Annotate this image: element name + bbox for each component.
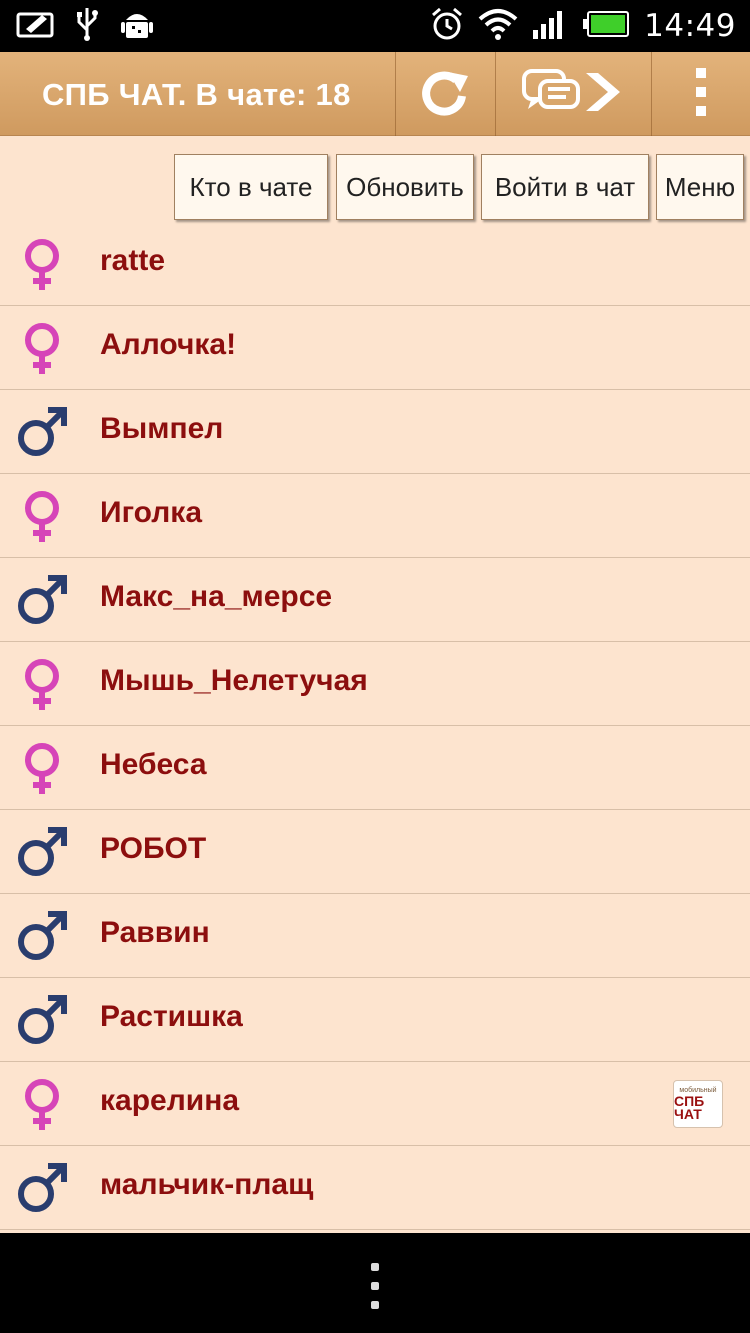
overflow-menu-button[interactable] xyxy=(651,52,750,136)
user-name: Макс_на_мерсе xyxy=(100,580,333,613)
content-area: Кто в чате Обновить Войти в чат Меню rat… xyxy=(0,136,750,1233)
male-icon xyxy=(14,1160,70,1216)
user-row[interactable]: Раввин xyxy=(0,894,750,978)
user-name: ratte xyxy=(100,244,166,277)
user-row[interactable]: Вымпел xyxy=(0,390,750,474)
user-row[interactable]: Растишка xyxy=(0,978,750,1062)
user-row[interactable]: Небеса xyxy=(0,726,750,810)
battery-icon xyxy=(582,10,630,43)
more-vertical-icon xyxy=(694,66,708,123)
user-name: Иголка xyxy=(100,496,202,529)
male-icon xyxy=(14,824,70,880)
user-row[interactable]: Мышь_Нелетучая xyxy=(0,642,750,726)
user-name: Раввин xyxy=(100,916,210,949)
status-time: 14:49 xyxy=(644,8,736,44)
hint-label: Меню xyxy=(664,171,736,202)
user-name: мальчик-плащ xyxy=(100,1168,314,1201)
usb-icon xyxy=(74,6,100,47)
user-row[interactable]: Макс_на_мерсе xyxy=(0,558,750,642)
mobile-chat-badge-icon: мобильный СПБ ЧАТ xyxy=(673,1080,723,1128)
male-icon xyxy=(14,908,70,964)
user-name: Аллочка! xyxy=(100,328,237,361)
screen-edit-icon xyxy=(16,9,54,44)
signal-icon xyxy=(532,8,568,45)
enter-chat-button[interactable] xyxy=(495,52,651,136)
male-icon xyxy=(14,404,70,460)
hint-label: Обновить xyxy=(346,171,464,202)
chat-enter-icon xyxy=(521,67,626,122)
user-name: Вымпел xyxy=(100,412,224,445)
hint-label: Кто в чате xyxy=(189,171,313,202)
user-row[interactable]: Аллочка! xyxy=(0,306,750,390)
user-row[interactable]: Иголка xyxy=(0,474,750,558)
user-row[interactable]: ratte xyxy=(0,222,750,306)
female-icon xyxy=(14,740,70,796)
user-row[interactable]: мальчик-плащ xyxy=(0,1146,750,1230)
user-name: Мышь_Нелетучая xyxy=(100,664,368,697)
user-list: ratte Аллочка! Вымпел Иголка Макс_на_мерсе Мы… xyxy=(0,222,750,1230)
alarm-icon xyxy=(430,6,464,47)
hint-enter-chat: Войти в чат xyxy=(481,154,649,220)
menu-dots-icon[interactable] xyxy=(368,1263,382,1309)
user-name: РОБОТ xyxy=(100,832,207,865)
action-bar: СПБ ЧАТ. В чате: 18 xyxy=(0,52,750,136)
user-name: карелина xyxy=(100,1084,240,1117)
user-name: Небеса xyxy=(100,748,207,781)
female-icon xyxy=(14,320,70,376)
female-icon xyxy=(14,488,70,544)
hint-menu: Меню xyxy=(656,154,744,220)
refresh-button[interactable] xyxy=(395,52,495,136)
refresh-icon xyxy=(418,66,474,123)
navigation-bar xyxy=(0,1233,750,1333)
hint-label: Войти в чат xyxy=(494,171,636,202)
wifi-icon xyxy=(478,7,518,46)
app-title: СПБ ЧАТ. В чате: 18 xyxy=(42,77,351,112)
female-icon xyxy=(14,1076,70,1132)
hint-who-in-chat: Кто в чате xyxy=(174,154,328,220)
female-icon xyxy=(14,656,70,712)
user-row[interactable]: карелина мобильный СПБ ЧАТ xyxy=(0,1062,750,1146)
android-debug-icon xyxy=(120,6,154,47)
female-icon xyxy=(14,236,70,292)
male-icon xyxy=(14,572,70,628)
hint-bubbles: Кто в чате Обновить Войти в чат Меню xyxy=(0,136,750,236)
hint-refresh: Обновить xyxy=(336,154,474,220)
badge-line2: СПБ ЧАТ xyxy=(674,1093,705,1122)
status-bar: 14:49 xyxy=(0,0,750,52)
user-row[interactable]: РОБОТ xyxy=(0,810,750,894)
male-icon xyxy=(14,992,70,1048)
user-name: Растишка xyxy=(100,1000,243,1033)
